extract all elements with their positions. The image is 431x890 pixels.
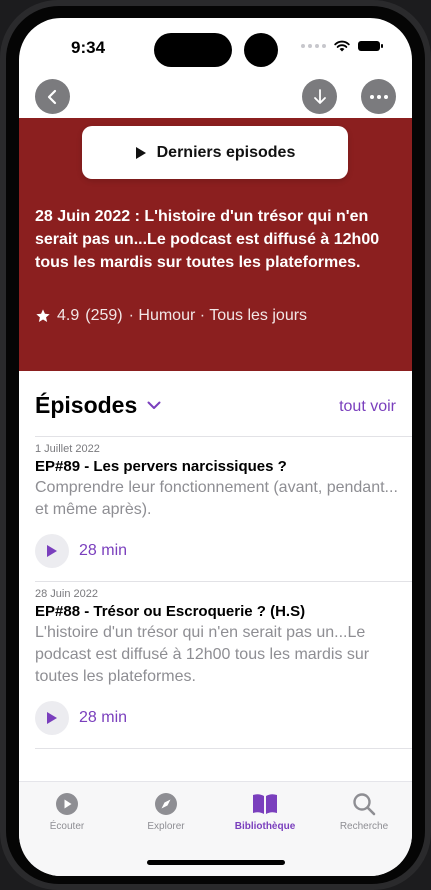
- tab-label: Explorer: [147, 821, 185, 832]
- episode-duration: 28 min: [79, 709, 128, 726]
- chevron-left-icon: [47, 89, 56, 104]
- app-screen: 9:34 Derniers episodes 28 Juin 2022: L'…: [19, 18, 412, 876]
- episodes-heading[interactable]: Épisodes: [35, 392, 161, 419]
- episode-item[interactable]: 28 Juin 2022 EP#88 - Trésor ou Escroquer…: [35, 588, 400, 688]
- episode-play-row: 28 min: [35, 701, 127, 735]
- star-icon: [36, 309, 50, 322]
- chevron-down-icon: [147, 401, 161, 409]
- podcast-category-frequency: · Humour · Tous les jours: [128, 307, 308, 324]
- play-circle-icon: [56, 793, 78, 815]
- episode-date: 28 Juin 2022: [35, 588, 98, 600]
- episode-item[interactable]: 1 Juillet 2022 EP#89 - Les pervers narci…: [35, 443, 400, 521]
- play-icon: [47, 545, 57, 557]
- podcast-description: 28 Juin 2022 : L'histoire d'un trésor qu…: [35, 208, 380, 271]
- episodes-title: Épisodes: [35, 392, 138, 418]
- dynamic-island: [154, 33, 232, 67]
- phone-frame: 9:34 Derniers episodes 28 Juin 2022: L'…: [0, 0, 431, 890]
- episode-play-button[interactable]: [35, 701, 69, 735]
- episode-date: 1 Juillet 2022: [35, 443, 100, 455]
- more-button[interactable]: [361, 79, 396, 114]
- rating-count: (259): [85, 307, 123, 324]
- podcast-meta: 4.9 (259) · Humour · Tous les jours: [35, 307, 307, 325]
- book-icon: [253, 794, 277, 814]
- wifi-icon: [334, 40, 350, 52]
- download-button[interactable]: [302, 79, 337, 114]
- status-icons: [301, 40, 383, 52]
- compass-icon: [155, 793, 177, 815]
- divider: [35, 436, 412, 437]
- tab-label: Recherche: [339, 821, 389, 832]
- divider: [35, 581, 412, 582]
- episode-play-row: 28 min: [35, 534, 127, 568]
- see-all-link[interactable]: tout voir: [339, 398, 396, 416]
- tab-recherche[interactable]: Recherche: [316, 792, 412, 832]
- episode-title: EP#88 - Trésor ou Escroquerie ? (H.S): [35, 603, 306, 620]
- front-camera: [244, 33, 278, 67]
- arrow-down-icon: [313, 88, 326, 104]
- rating-value: 4.9: [57, 307, 80, 324]
- ellipsis-icon: [369, 94, 388, 99]
- latest-episodes-button[interactable]: Derniers episodes: [82, 126, 348, 179]
- home-indicator[interactable]: [147, 860, 285, 865]
- tab-bibliotheque[interactable]: Bibliothèque: [217, 792, 313, 832]
- battery-icon: [358, 41, 383, 51]
- search-icon: [353, 793, 376, 816]
- episode-duration: 28 min: [79, 542, 128, 559]
- play-icon: [47, 712, 57, 724]
- episode-summary: Comprendre leur fonctionnement (avant, p…: [35, 479, 398, 518]
- episode-play-button[interactable]: [35, 534, 69, 568]
- divider: [35, 748, 412, 749]
- tab-ecouter[interactable]: Écouter: [19, 792, 115, 832]
- tab-label: Bibliothèque: [234, 821, 296, 832]
- tab-label: Écouter: [49, 821, 85, 832]
- cellular-signal-icon: [301, 44, 326, 48]
- status-time: 9:34: [71, 38, 106, 57]
- latest-episodes-label: Derniers episodes: [156, 143, 296, 161]
- podcast-hero: Derniers episodes 28 Juin 2022 : L'histo…: [19, 118, 412, 371]
- tab-explorer[interactable]: Explorer: [118, 792, 214, 832]
- back-button[interactable]: [35, 79, 70, 114]
- episode-summary: L'histoire d'un trésor qui n'en serait p…: [35, 624, 370, 685]
- tab-bar: Écouter Explorer Bibliothèque Recherche: [19, 781, 412, 876]
- play-icon: [135, 146, 146, 159]
- episode-title: EP#89 - Les pervers narcissiques ?: [35, 458, 287, 475]
